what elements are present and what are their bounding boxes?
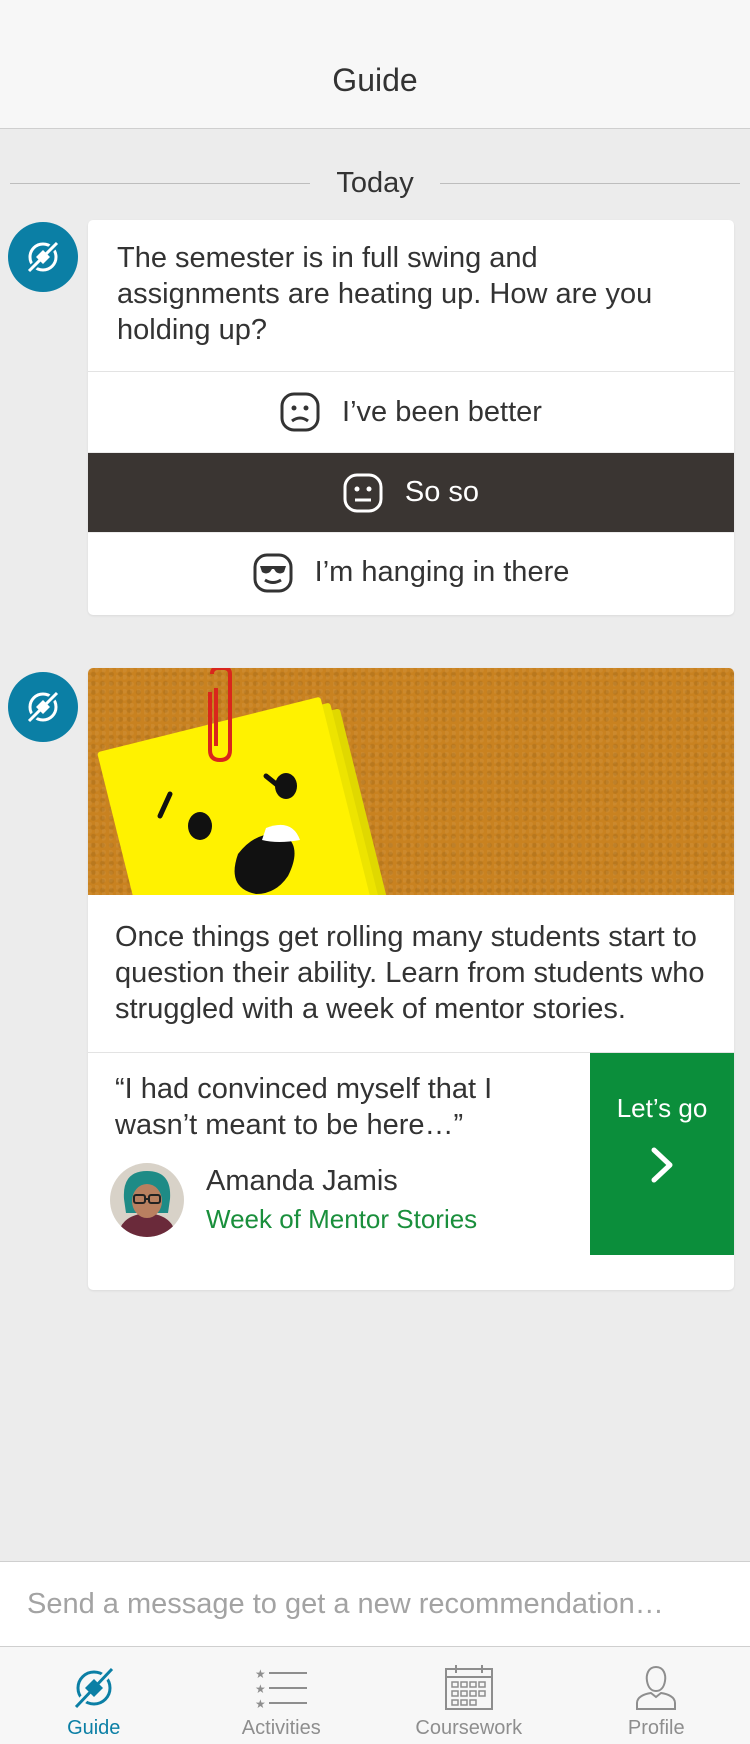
compass-icon bbox=[72, 1666, 115, 1710]
tab-activities[interactable]: ★ ★ ★ Activities bbox=[188, 1647, 376, 1744]
mood-option-hanging-in[interactable]: I’m hanging in there bbox=[88, 532, 734, 612]
divider-line bbox=[10, 182, 311, 184]
calendar-icon bbox=[444, 1665, 493, 1710]
story-quote: “I had convinced myself that I wasn’t me… bbox=[115, 1073, 493, 1141]
chevron-right-icon bbox=[651, 1147, 673, 1183]
svg-text:★: ★ bbox=[255, 1697, 266, 1711]
sad-face-icon bbox=[280, 392, 320, 432]
tab-coursework[interactable]: Coursework bbox=[375, 1647, 563, 1744]
story-hero-image bbox=[88, 668, 734, 895]
mood-option-label: I’m hanging in there bbox=[314, 556, 570, 588]
tab-guide[interactable]: Guide bbox=[0, 1647, 188, 1744]
mood-option-label: I’ve been better bbox=[342, 395, 542, 428]
mood-option-label: So so bbox=[404, 476, 480, 508]
story-body: Once things get rolling many students st… bbox=[88, 895, 734, 1053]
tab-bar: Guide ★ ★ ★ Activities Coursework Profil… bbox=[0, 1647, 750, 1744]
tab-label: Profile bbox=[627, 1717, 685, 1739]
svg-text:★: ★ bbox=[255, 1667, 266, 1681]
list-icon: ★ ★ ★ bbox=[255, 1667, 308, 1711]
sunglasses-face-icon bbox=[253, 553, 293, 592]
mood-option-so-so[interactable]: So so bbox=[88, 452, 734, 532]
lets-go-button[interactable]: Let’s go bbox=[590, 1053, 734, 1255]
neutral-face-icon bbox=[343, 473, 383, 512]
tab-label: Activities bbox=[241, 1717, 321, 1739]
story-footer: “I had convinced myself that I wasn’t me… bbox=[88, 1053, 734, 1255]
author-avatar bbox=[110, 1163, 184, 1237]
page-title: Guide bbox=[332, 62, 418, 98]
author-name: Amanda Jamis bbox=[206, 1165, 398, 1197]
worried-sticky-note-illustration bbox=[97, 668, 395, 895]
checkin-question: The semester is in full swing and assign… bbox=[88, 220, 734, 372]
story-author: Amanda Jamis Week of Mentor Stories bbox=[110, 1163, 570, 1237]
date-divider: Today bbox=[10, 165, 741, 201]
story-quote-block: “I had convinced myself that I wasn’t me… bbox=[88, 1053, 590, 1255]
lets-go-label: Let’s go bbox=[616, 1093, 708, 1123]
date-label: Today bbox=[336, 166, 414, 199]
message-input[interactable] bbox=[0, 1562, 750, 1646]
compass-icon bbox=[27, 241, 59, 273]
divider-line bbox=[439, 182, 741, 184]
person-icon bbox=[636, 1665, 677, 1710]
guide-bot-avatar bbox=[8, 672, 78, 742]
tab-label: Coursework bbox=[415, 1717, 523, 1739]
tab-label: Guide bbox=[67, 1717, 121, 1739]
nav-bar: Guide bbox=[0, 0, 750, 129]
tab-profile[interactable]: Profile bbox=[563, 1647, 750, 1744]
series-link[interactable]: Week of Mentor Stories bbox=[206, 1202, 477, 1236]
mentor-story-card: Once things get rolling many students st… bbox=[88, 668, 734, 1290]
guide-bot-avatar bbox=[8, 222, 78, 292]
compass-icon bbox=[27, 691, 59, 723]
mood-option-been-better[interactable]: I’ve been better bbox=[88, 372, 734, 452]
message-composer bbox=[0, 1561, 750, 1647]
svg-text:★: ★ bbox=[255, 1682, 266, 1696]
checkin-card: The semester is in full swing and assign… bbox=[88, 220, 734, 615]
